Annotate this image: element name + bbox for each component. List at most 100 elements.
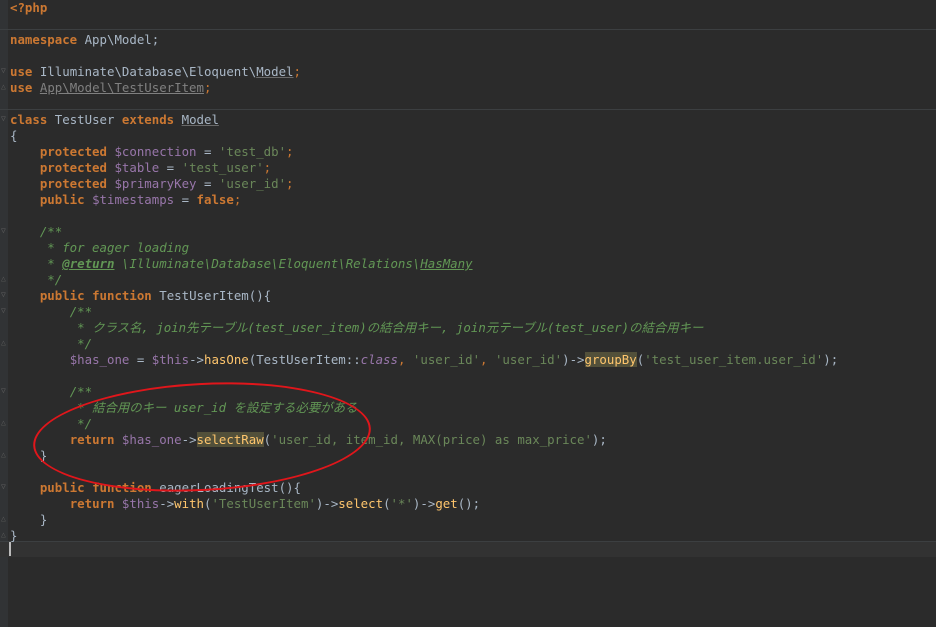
code-line[interactable]: [0, 208, 936, 224]
code-line[interactable]: {: [0, 128, 936, 144]
arrow: ->: [189, 352, 204, 367]
code-line[interactable]: △ }: [0, 448, 936, 464]
class-name: TestUser: [47, 112, 122, 127]
code-line[interactable]: △ }: [0, 512, 936, 528]
fold-marker-icon[interactable]: △: [1, 515, 7, 523]
punctuation: (){: [278, 480, 301, 495]
punctuation: )->: [562, 352, 585, 367]
method-call[interactable]: hasOne: [204, 352, 249, 367]
property: $connection: [114, 144, 197, 159]
fold-marker-icon[interactable]: ▽: [1, 291, 7, 299]
fold-marker-icon[interactable]: ▽: [1, 227, 7, 235]
unused-import[interactable]: App\Model\TestUserItem: [40, 80, 204, 95]
operator: =: [159, 160, 182, 175]
doc-comment: /**: [69, 304, 93, 319]
method-call[interactable]: with: [174, 496, 204, 511]
operator: =: [196, 144, 219, 159]
doc-comment: * for eager loading: [39, 240, 190, 255]
keyword: public: [39, 192, 85, 207]
keyword: function: [92, 288, 152, 303]
code-line[interactable]: [0, 48, 936, 64]
property: $primaryKey: [114, 176, 197, 191]
import-path: Illuminate\Database\Eloquent\: [32, 64, 257, 79]
arrow: ->: [181, 432, 197, 447]
code-line[interactable]: ▽ use Illuminate\Database\Eloquent\Model;: [0, 64, 936, 80]
code-line[interactable]: [0, 96, 936, 112]
semicolon: ;: [233, 192, 242, 207]
code-line[interactable]: <?php: [0, 0, 936, 16]
code-line[interactable]: △}: [0, 528, 936, 544]
method-call-highlighted[interactable]: groupBy: [584, 352, 637, 367]
fold-marker-icon[interactable]: ▽: [1, 67, 7, 75]
keyword: public: [39, 288, 85, 303]
code-line[interactable]: public $timestamps = false;: [0, 192, 936, 208]
fold-marker-icon[interactable]: △: [1, 275, 7, 283]
keyword: class: [10, 112, 48, 127]
keyword: return: [69, 432, 115, 447]
semicolon: ;: [293, 64, 301, 79]
string: 'test_user': [181, 160, 264, 175]
fold-marker-icon[interactable]: △: [1, 531, 7, 539]
method-call-highlighted[interactable]: selectRaw: [196, 432, 264, 447]
code-line[interactable]: ▽ /**: [0, 224, 936, 240]
code-line[interactable]: [0, 368, 936, 384]
code-line[interactable]: ▽ public function eagerLoadingTest(){: [0, 480, 936, 496]
doc-comment: */: [69, 416, 93, 431]
code-line[interactable]: ▽ /**: [0, 384, 936, 400]
fold-marker-icon[interactable]: △: [1, 83, 7, 91]
code-line[interactable]: [0, 16, 936, 32]
code-line[interactable]: protected $connection = 'test_db';: [0, 144, 936, 160]
code-line[interactable]: return $this->with('TestUserItem')->sele…: [0, 496, 936, 512]
fold-marker-icon[interactable]: ▽: [1, 307, 7, 315]
doc-comment: /**: [39, 224, 63, 239]
fold-marker-icon[interactable]: ▽: [1, 387, 7, 395]
string: 'user_id': [218, 176, 287, 191]
property: $table: [114, 160, 160, 175]
code-line[interactable]: △ */: [0, 272, 936, 288]
import-class[interactable]: Model: [256, 64, 293, 79]
keyword: namespace: [10, 32, 78, 47]
code-editor[interactable]: <?php namespace App\Model; ▽ use Illumina…: [0, 0, 936, 627]
punctuation: )->: [412, 496, 436, 511]
operator: =: [129, 352, 152, 367]
text-caret: [9, 542, 11, 556]
code-line[interactable]: return $has_one->selectRaw('user_id, ite…: [0, 432, 936, 448]
parent-class[interactable]: Model: [182, 112, 219, 127]
keyword: function: [92, 480, 152, 495]
punctuation: (TestUserItem::: [248, 352, 361, 367]
fold-marker-icon[interactable]: ▽: [1, 115, 7, 123]
code-line[interactable]: namespace App\Model;: [0, 32, 936, 48]
variable: $has_one: [69, 352, 130, 367]
code-line[interactable]: △ */: [0, 416, 936, 432]
fold-marker-icon[interactable]: △: [1, 451, 7, 459]
code-line[interactable]: * 結合用のキー user_id を設定する必要がある: [0, 400, 936, 416]
code-line[interactable]: ▽ class TestUser extends Model: [0, 112, 936, 128]
code-line[interactable]: ▽ public function TestUserItem(){: [0, 288, 936, 304]
fold-marker-icon[interactable]: △: [1, 419, 7, 427]
doc-tag: @return: [62, 256, 115, 271]
code-line[interactable]: △ use App\Model\TestUserItem;: [0, 80, 936, 96]
brace: }: [39, 512, 48, 527]
doc-comment: */: [69, 336, 93, 351]
doc-comment: */: [39, 272, 63, 287]
method-call[interactable]: get: [435, 496, 457, 511]
code-line[interactable]: * クラス名, join先テーブル(test_user_item)の結合用キー,…: [0, 320, 936, 336]
class-constant: class: [360, 352, 398, 367]
doc-comment: * クラス名, join先テーブル(test_user_item)の結合用キー,…: [69, 320, 704, 335]
code-line[interactable]: ▽ /**: [0, 304, 936, 320]
this-keyword: $this: [121, 496, 160, 511]
code-line[interactable]: $has_one = $this->hasOne(TestUserItem::c…: [0, 352, 936, 368]
method-call[interactable]: select: [338, 496, 383, 511]
keyword: use: [10, 80, 33, 95]
brace: }: [10, 528, 18, 543]
fold-marker-icon[interactable]: △: [1, 339, 7, 347]
code-line[interactable]: [0, 464, 936, 480]
code-line[interactable]: * for eager loading: [0, 240, 936, 256]
doc-reference[interactable]: HasMany: [420, 256, 472, 271]
code-line[interactable]: protected $table = 'test_user';: [0, 160, 936, 176]
keyword: extends: [121, 112, 175, 127]
fold-marker-icon[interactable]: ▽: [1, 483, 7, 491]
code-line[interactable]: △ */: [0, 336, 936, 352]
code-line[interactable]: protected $primaryKey = 'user_id';: [0, 176, 936, 192]
code-line[interactable]: * @return \Illuminate\Database\Eloquent\…: [0, 256, 936, 272]
